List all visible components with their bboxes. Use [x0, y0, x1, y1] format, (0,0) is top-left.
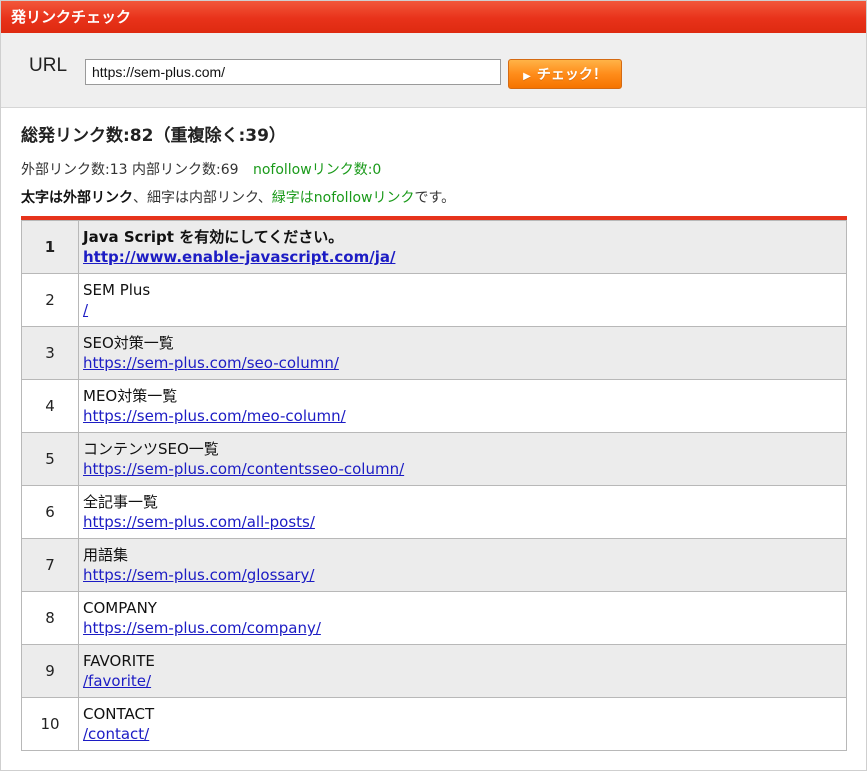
table-row: 3 SEO対策一覧 https://sem-plus.com/seo-column/ — [21, 326, 847, 380]
link-cell: コンテンツSEO一覧 https://sem-plus.com/contentss… — [78, 432, 847, 486]
link-title: COMPANY — [83, 599, 157, 617]
links-table: 1 Java Script を有効にしてください。 http://www.enabl… — [21, 220, 847, 751]
link-url[interactable]: https://sem-plus.com/all-posts/ — [83, 513, 315, 531]
row-number: 4 — [21, 379, 79, 433]
link-title: SEO対策一覧 — [83, 334, 174, 352]
table-row: 8 COMPANY https://sem-plus.com/company/ — [21, 591, 847, 645]
table-row: 7 用語集 https://sem-plus.com/glossary/ — [21, 538, 847, 592]
row-number: 2 — [21, 273, 79, 327]
link-title: Java Script を有効にしてください。 — [83, 228, 344, 246]
url-form: URL ▶ チェック！ — [1, 33, 866, 108]
table-row: 1 Java Script を有効にしてください。 http://www.enabl… — [21, 220, 847, 274]
play-arrow-icon: ▶ — [523, 71, 531, 82]
link-title: SEM Plus — [83, 281, 151, 299]
link-url[interactable]: https://sem-plus.com/meo-column/ — [83, 407, 346, 425]
link-title: MEO対策一覧 — [83, 387, 178, 405]
row-number: 8 — [21, 591, 79, 645]
row-number: 10 — [21, 697, 79, 751]
check-button[interactable]: ▶ チェック！ — [508, 59, 622, 89]
row-number: 6 — [21, 485, 79, 539]
link-cell: MEO対策一覧 https://sem-plus.com/meo-column/ — [78, 379, 847, 433]
row-number: 9 — [21, 644, 79, 698]
legend-end: です。 — [414, 190, 456, 206]
table-row: 2 SEM Plus / — [21, 273, 847, 327]
total-link-count: 総発リンク数:82（重複除く:39） — [21, 126, 286, 146]
row-number: 5 — [21, 432, 79, 486]
table-row: 9 FAVORITE/favorite/ — [21, 644, 847, 698]
link-title: 用語集 — [83, 546, 129, 564]
link-title: 全記事一覧 — [83, 493, 159, 511]
link-url[interactable]: /contact/ — [83, 725, 149, 743]
link-cell: 用語集 https://sem-plus.com/glossary/ — [78, 538, 847, 592]
link-url[interactable]: https://sem-plus.com/company/ — [83, 619, 321, 637]
link-cell: 全記事一覧 https://sem-plus.com/all-posts/ — [78, 485, 847, 539]
link-title: CONTACT — [83, 705, 155, 723]
row-number: 7 — [21, 538, 79, 592]
table-row: 5 コンテンツSEO一覧 https://sem-plus.com/contents… — [21, 432, 847, 486]
link-title: コンテンツSEO一覧 — [83, 440, 219, 458]
table-row: 10 CONTACT/contact/ — [21, 697, 847, 751]
internal-link-count: 内部リンク数:69 — [131, 162, 239, 178]
legend-external: 太字は外部リンク — [21, 190, 133, 206]
link-url[interactable]: https://sem-plus.com/seo-column/ — [83, 354, 339, 372]
link-url[interactable]: https://sem-plus.com/glossary/ — [83, 566, 315, 584]
link-title: FAVORITE — [83, 652, 155, 670]
link-counts: 外部リンク数:13 内部リンク数:69 nofollowリンク数:0 — [21, 159, 851, 179]
legend-nofollow: 緑字はnofollowリンク — [271, 190, 415, 206]
link-cell: COMPANY https://sem-plus.com/company/ — [78, 591, 847, 645]
panel-title: 発リンクチェック — [1, 1, 866, 33]
link-summary: 総発リンク数:82（重複除く:39） 外部リンク数:13 内部リンク数:69 n… — [21, 121, 851, 207]
link-cell: SEM Plus / — [78, 273, 847, 327]
link-url[interactable]: / — [83, 301, 88, 319]
link-cell: SEO対策一覧 https://sem-plus.com/seo-column/ — [78, 326, 847, 380]
row-number: 3 — [21, 326, 79, 380]
table-row: 6 全記事一覧 https://sem-plus.com/all-posts/ — [21, 485, 847, 539]
legend-internal: 、細字は内部リンク、 — [133, 190, 272, 206]
external-link-count: 外部リンク数:13 — [21, 162, 128, 178]
url-label: URL — [29, 55, 68, 76]
link-url[interactable]: http://www.enable-javascript.com/ja/ — [83, 248, 395, 266]
table-row: 4 MEO対策一覧 https://sem-plus.com/meo-column/ — [21, 379, 847, 433]
url-input[interactable] — [85, 59, 501, 85]
nofollow-link-count: nofollowリンク数:0 — [252, 162, 382, 178]
link-url[interactable]: https://sem-plus.com/contentsseo-column/ — [83, 460, 404, 478]
link-checker-panel: 発リンクチェック URL ▶ チェック！ 総発リンク数:82（重複除く:39） 外… — [0, 0, 867, 771]
legend-note: 太字は外部リンク、細字は内部リンク、緑字はnofollowリンクです。 — [21, 187, 851, 207]
link-cell: CONTACT/contact/ — [78, 697, 847, 751]
check-button-label: チェック！ — [536, 67, 607, 83]
link-cell: FAVORITE/favorite/ — [78, 644, 847, 698]
link-url[interactable]: /favorite/ — [83, 672, 151, 690]
row-number: 1 — [21, 220, 79, 274]
link-cell: Java Script を有効にしてください。 http://www.enable… — [78, 220, 847, 274]
